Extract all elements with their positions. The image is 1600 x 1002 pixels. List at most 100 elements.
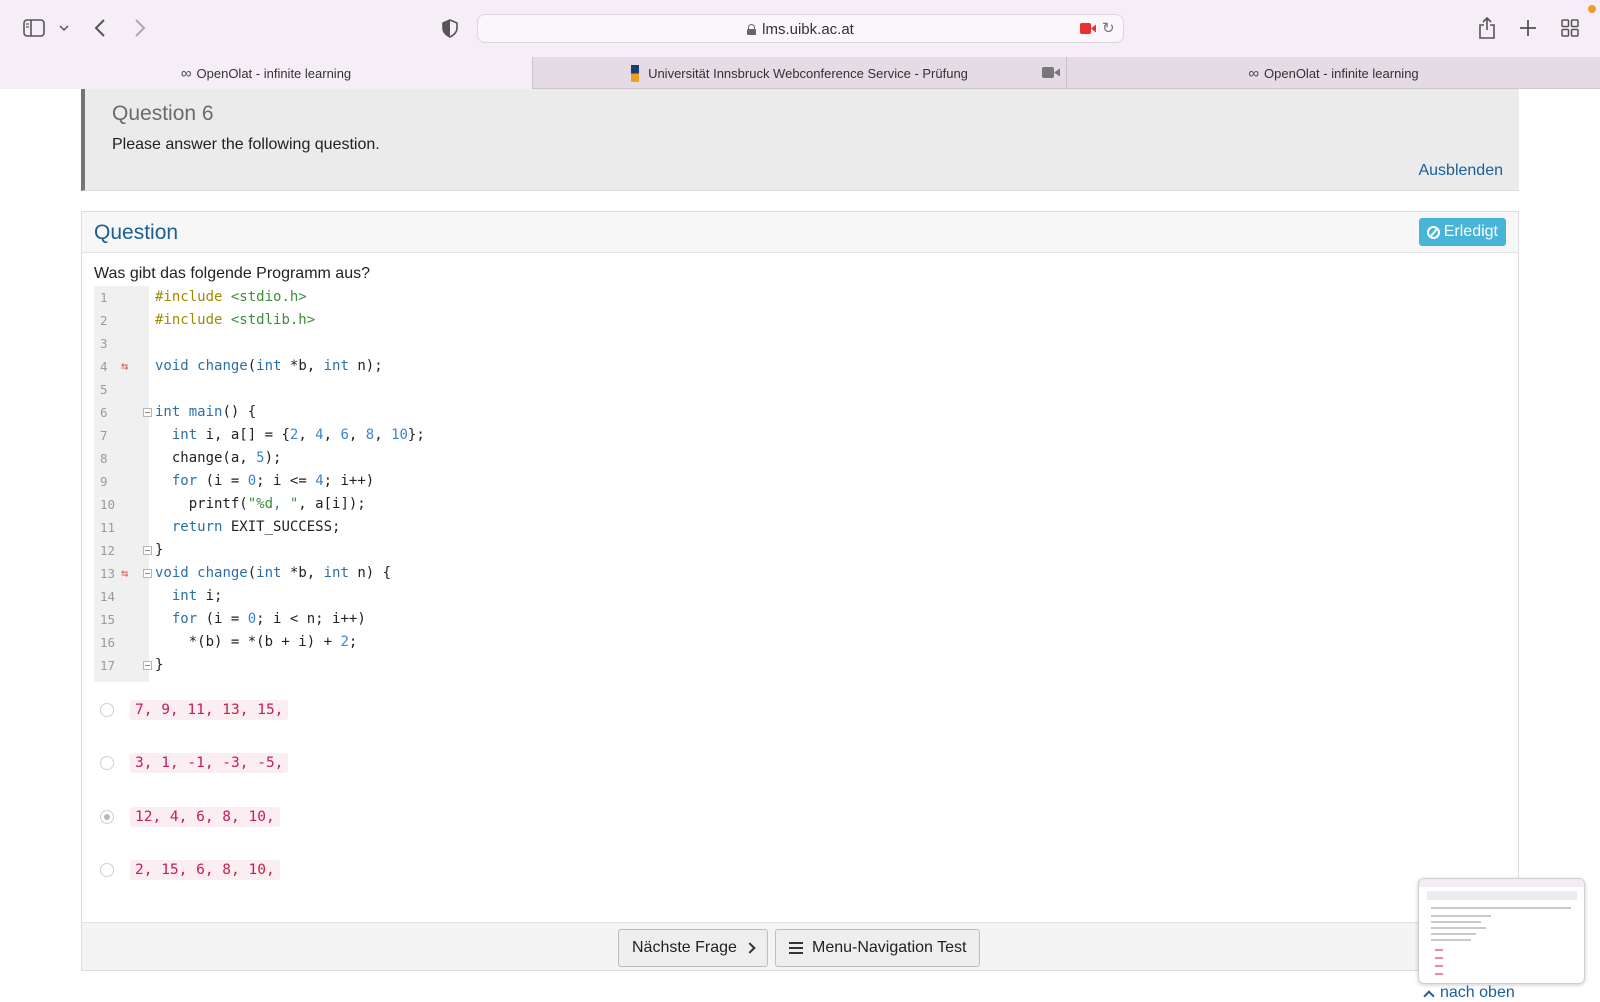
menu-icon: [789, 942, 803, 954]
code-block: 1 #include <stdio.h> 2 #include <stdlib.h> 3…: [94, 286, 794, 682]
tab-overview-icon[interactable]: [1560, 14, 1580, 42]
address-text: lms.uibk.ac.at: [762, 21, 854, 38]
line-number: 8: [100, 451, 108, 466]
tab-title: OpenOlat - infinite learning: [1264, 65, 1419, 81]
line-number: 7: [100, 428, 108, 443]
swap-arrow-icon: ⇆: [121, 359, 129, 373]
question-footer: Nächste Frage Menu-Navigation Test: [82, 922, 1518, 970]
question-prompt: Was gibt das folgende Programm aus?: [94, 265, 370, 282]
code-text: for (i = 0; i <= 4; i++): [171, 473, 375, 489]
back-icon[interactable]: [92, 14, 108, 42]
line-number: 15: [100, 612, 116, 627]
new-tab-icon[interactable]: [1518, 14, 1538, 42]
code-line: 17}: [94, 654, 794, 677]
sidebar-toggle-icon[interactable]: [22, 14, 46, 42]
code-line: 11 return EXIT_SUCCESS;: [94, 516, 794, 539]
answer-option[interactable]: 12, 4, 6, 8, 10,: [94, 805, 280, 829]
line-number: 4: [100, 359, 108, 374]
shield-icon[interactable]: [440, 14, 460, 42]
fold-toggle-icon[interactable]: [143, 661, 152, 670]
answer-radio[interactable]: [100, 756, 114, 770]
answer-text: 12, 4, 6, 8, 10,: [130, 807, 280, 827]
code-line: 3: [94, 332, 794, 355]
answer-text: 2, 15, 6, 8, 10,: [130, 860, 280, 880]
share-icon[interactable]: [1477, 14, 1497, 42]
code-line: 4 ⇆ void change(int *b, int n);: [94, 355, 794, 378]
line-number: 2: [100, 313, 108, 328]
lock-icon: [747, 24, 757, 35]
hide-link[interactable]: Ausblenden: [1418, 162, 1503, 180]
code-line: 8 change(a, 5);: [94, 447, 794, 470]
code-text: int main() {: [155, 404, 257, 420]
code-text: *(b) = *(b + i) + 2;: [155, 634, 358, 650]
fold-toggle-icon[interactable]: [143, 408, 152, 417]
line-number: 11: [100, 520, 116, 535]
code-text: printf("%d, ", a[i]);: [155, 496, 366, 512]
question-description: Please answer the following question.: [112, 136, 380, 153]
line-number: 5: [100, 382, 108, 397]
notification-dot: [1588, 5, 1596, 13]
next-question-button[interactable]: Nächste Frage: [618, 929, 768, 967]
infinity-icon: ∞: [1248, 64, 1259, 82]
chevron-right-icon: [744, 942, 756, 954]
tab-title: OpenOlat - infinite learning: [196, 65, 352, 81]
forward-icon[interactable]: [132, 14, 148, 42]
camera-recording-icon[interactable]: [1080, 23, 1096, 34]
answer-option[interactable]: 3, 1, -1, -3, -5,: [94, 751, 289, 775]
answer-radio[interactable]: [100, 863, 114, 877]
next-question-label: Nächste Frage: [632, 939, 737, 956]
done-label: Erledigt: [1443, 223, 1498, 240]
back-to-top-label: nach oben: [1440, 984, 1515, 1001]
address-bar[interactable]: lms.uibk.ac.at ↻: [477, 14, 1124, 43]
back-to-top-link[interactable]: nach oben: [1423, 984, 1515, 1002]
tab-webconference[interactable]: Universität Innsbruck Webconference Serv…: [532, 57, 1066, 89]
code-line: 6 int main() {: [94, 401, 794, 424]
question-panel: Question Erledigt Was gibt das folgende …: [81, 211, 1519, 971]
swap-arrow-icon: ⇆: [121, 566, 129, 580]
menu-navigation-button[interactable]: Menu-Navigation Test: [775, 929, 981, 967]
tab-title: Universität Innsbruck Webconference Serv…: [648, 65, 968, 81]
code-line: 1 #include <stdio.h>: [94, 286, 794, 309]
line-number: 10: [100, 497, 116, 512]
question-heading: Question: [94, 221, 179, 244]
code-text: #include <stdlib.h>: [155, 312, 316, 328]
answer-radio[interactable]: [100, 810, 114, 824]
tab-openolat-1[interactable]: ∞ OpenOlat - infinite learning: [0, 57, 532, 89]
code-text: }: [155, 542, 164, 558]
code-line: 14 int i;: [94, 585, 794, 608]
answer-option[interactable]: 7, 9, 11, 13, 15,: [94, 698, 289, 722]
code-text: }: [155, 657, 164, 673]
line-number: 14: [100, 589, 116, 604]
line-number: 1: [100, 290, 108, 305]
ban-icon: [1426, 225, 1440, 239]
camera-icon: [1042, 67, 1060, 78]
answer-option[interactable]: 2, 15, 6, 8, 10,: [94, 858, 280, 882]
fold-toggle-icon[interactable]: [143, 546, 152, 555]
screenshot-thumbnail[interactable]: [1418, 878, 1585, 984]
line-number: 12: [100, 543, 116, 558]
tab-bar: ∞ OpenOlat - infinite learning Universit…: [0, 57, 1600, 89]
chevron-down-icon[interactable]: [58, 14, 70, 42]
code-text: change(a, 5);: [155, 450, 282, 466]
line-number: 13: [100, 566, 116, 581]
answer-radio[interactable]: [100, 703, 114, 717]
tab-openolat-2[interactable]: ∞ OpenOlat - infinite learning: [1066, 57, 1600, 89]
line-number: 3: [100, 336, 108, 351]
line-number: 17: [100, 658, 116, 673]
chevron-up-icon: [1423, 989, 1435, 1002]
code-line: 5: [94, 378, 794, 401]
infinity-icon: ∞: [180, 64, 192, 82]
answer-text: 3, 1, -1, -3, -5,: [130, 753, 289, 773]
code-line: 15 for (i = 0; i < n; i++): [94, 608, 794, 631]
done-button[interactable]: Erledigt: [1418, 218, 1506, 246]
code-line: 10 printf("%d, ", a[i]);: [94, 493, 794, 516]
menu-navigation-label: Menu-Navigation Test: [812, 939, 967, 956]
question-panel-header: Question Erledigt: [82, 212, 1518, 253]
reload-icon[interactable]: ↻: [1102, 19, 1115, 37]
code-text: #include <stdio.h>: [155, 289, 307, 305]
question-number-title: Question 6: [112, 102, 214, 125]
line-number: 6: [100, 405, 108, 420]
code-text: int i;: [171, 588, 223, 604]
code-text: void change(int *b, int n) {: [155, 565, 392, 581]
fold-toggle-icon[interactable]: [143, 569, 152, 578]
